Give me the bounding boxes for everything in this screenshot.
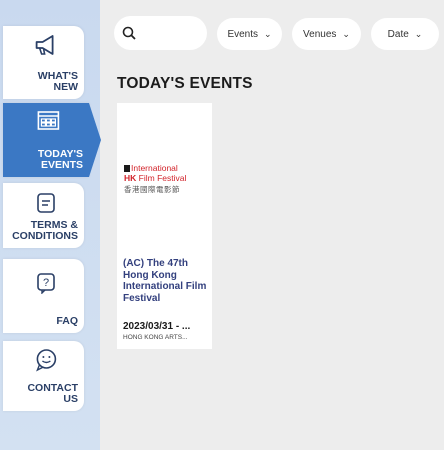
events-filter-dropdown[interactable]: Events ⌄ [217, 18, 282, 50]
event-venue: HONG KONG ARTS... [123, 334, 188, 341]
chevron-down-icon: ⌄ [342, 28, 350, 39]
app: WHAT'S NEW TODAY'S EVENTS TERMS & CONDIT… [0, 0, 444, 450]
sidebar-item-terms[interactable]: TERMS & CONDITIONS [3, 183, 84, 248]
search-input[interactable] [114, 16, 207, 50]
sidebar-item-label: TERMS & CONDITIONS [12, 219, 78, 242]
venues-filter-label: Venues [303, 28, 337, 40]
sidebar-item-faq[interactable]: ? FAQ [3, 259, 84, 333]
chevron-down-icon: ⌄ [264, 28, 272, 39]
logo-text-chinese: 香港國際電影節 [124, 185, 180, 194]
megaphone-icon [33, 33, 59, 62]
svg-text:?: ? [42, 277, 48, 289]
chevron-down-icon: ⌄ [414, 28, 423, 39]
page-title: TODAY'S EVENTS [117, 75, 253, 92]
smiley-chat-icon [34, 348, 58, 377]
logo-text-international: International [131, 163, 178, 173]
sidebar: WHAT'S NEW TODAY'S EVENTS TERMS & CONDIT… [0, 0, 101, 450]
question-icon: ? [36, 272, 56, 299]
events-filter-label: Events [227, 28, 259, 40]
logo-text-hk: HK [124, 173, 137, 183]
sidebar-item-label: WHAT'S NEW [37, 70, 78, 93]
sidebar-item-contact[interactable]: CONTACT US [3, 341, 84, 411]
sidebar-item-todays-events[interactable]: TODAY'S EVENTS [3, 103, 101, 177]
date-filter-dropdown[interactable]: Date ⌄ [371, 18, 439, 50]
theater-icon [36, 110, 60, 137]
event-date: 2023/03/31 - ... [123, 321, 191, 332]
date-filter-label: Date [387, 28, 409, 40]
sidebar-item-whats-new[interactable]: WHAT'S NEW [3, 26, 84, 99]
document-icon [36, 192, 56, 219]
sidebar-item-label: CONTACT US [27, 382, 78, 405]
event-title: (AC) The 47th Hong Kong International Fi… [123, 258, 207, 304]
venues-filter-dropdown[interactable]: Venues ⌄ [292, 18, 361, 50]
sidebar-item-label: TODAY'S EVENTS [37, 148, 83, 171]
sidebar-item-label: FAQ [56, 315, 78, 327]
event-card[interactable]: International HK Film Festival 香港國際電影節 (… [117, 103, 212, 349]
event-logo: International HK Film Festival 香港國際電影節 [124, 159, 208, 199]
active-indicator [89, 103, 101, 177]
logo-text-film-festival: Film Festival [138, 173, 187, 183]
